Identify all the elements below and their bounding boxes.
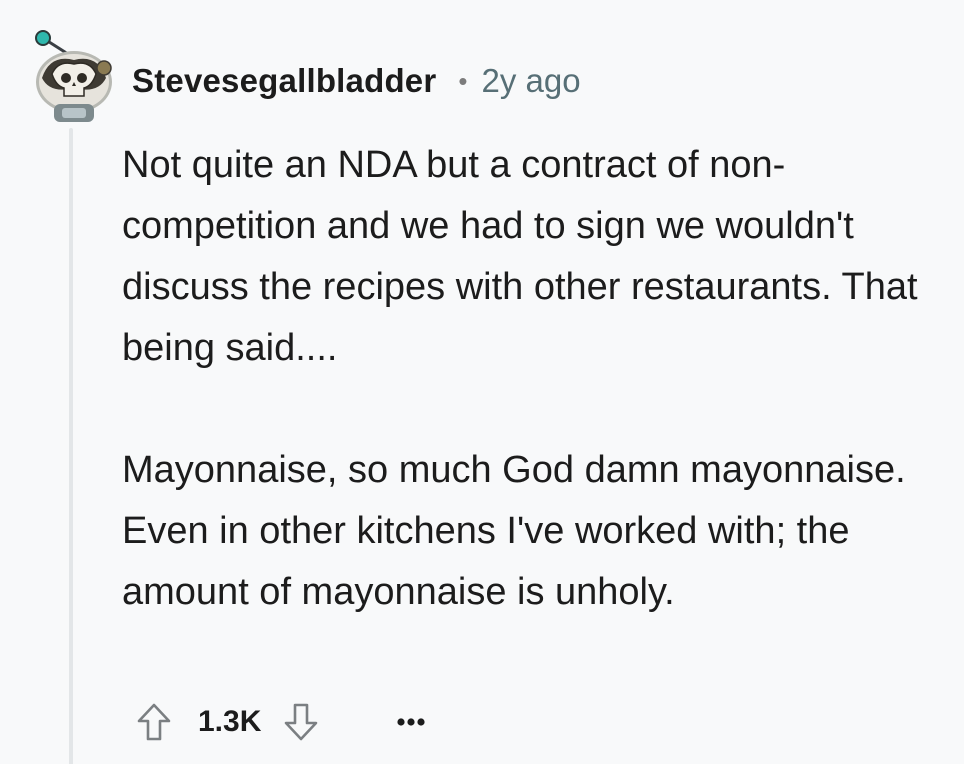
username-link[interactable]: Stevesegallbladder <box>132 62 436 100</box>
comment-meta: Stevesegallbladder • 2y ago <box>132 58 581 104</box>
vote-score: 1.3K <box>198 705 262 738</box>
upvote-arrow-icon <box>137 703 171 741</box>
comment-paragraph: Not quite an NDA but a contract of non-c… <box>122 144 918 369</box>
more-options-button[interactable] <box>397 702 425 742</box>
more-options-icon <box>397 718 425 726</box>
thread-line[interactable] <box>69 128 73 764</box>
comment-paragraph: Mayonnaise, so much God damn mayonnaise.… <box>122 449 906 613</box>
downvote-button[interactable] <box>279 697 323 747</box>
comment: Stevesegallbladder • 2y ago Not quite an… <box>0 0 964 764</box>
downvote-arrow-icon <box>285 703 318 741</box>
timestamp[interactable]: 2y ago <box>482 62 581 100</box>
comment-body: Not quite an NDA but a contract of non-c… <box>122 135 942 623</box>
separator-dot: • <box>458 65 468 96</box>
comment-actions: 1.3K <box>132 696 425 748</box>
upvote-button[interactable] <box>132 697 176 747</box>
snoo-avatar-icon[interactable] <box>28 24 116 124</box>
